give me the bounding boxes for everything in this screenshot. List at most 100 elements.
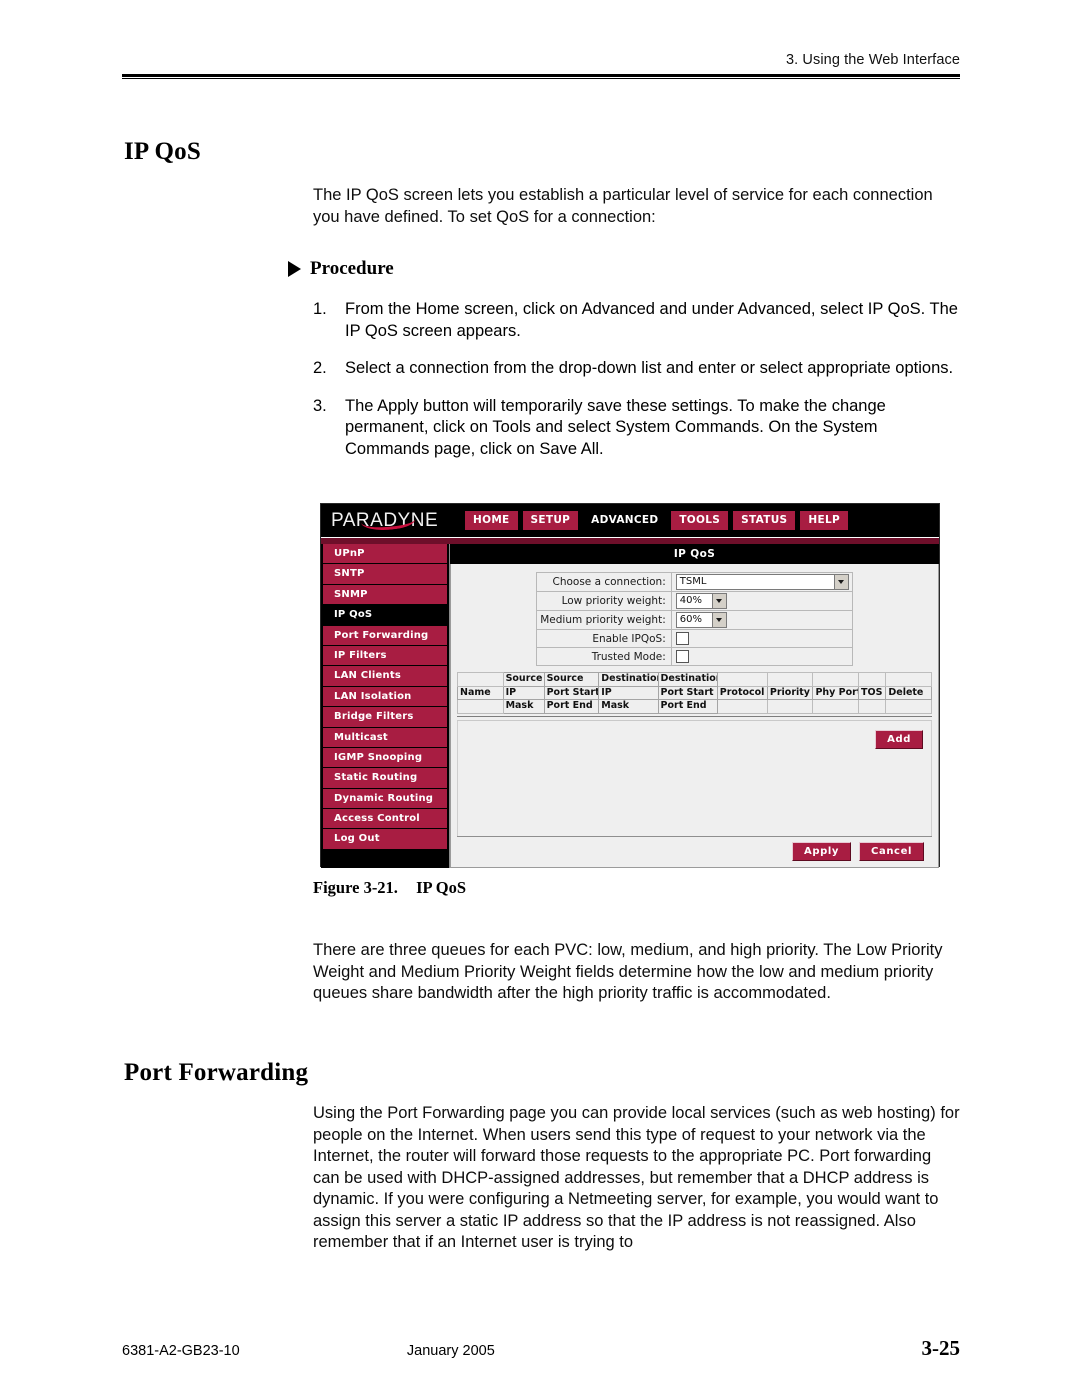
nav-tab-setup[interactable]: SETUP — [522, 511, 579, 530]
nav-tab-home[interactable]: HOME — [465, 511, 518, 530]
qos-settings-form: Choose a connection: TSML Low priority w… — [536, 572, 853, 666]
th-source-mask: Mask — [502, 699, 545, 714]
panel-action-bar: Apply Cancel — [457, 836, 932, 867]
sidebar-item-ip-qos[interactable]: IP QoS — [323, 605, 447, 625]
th-phy-port: Phy Port — [812, 685, 860, 701]
nav-tab-status[interactable]: STATUS — [733, 511, 796, 530]
sidebar-item-port-forwarding[interactable]: Port Forwarding — [323, 625, 447, 645]
low-priority-weight-select[interactable]: 40% — [675, 593, 727, 609]
table-header-row: Mask Port End Mask Port End — [457, 699, 932, 714]
ui-sidebar: UPnP SNTP SNMP IP QoS Port Forwarding IP… — [321, 544, 449, 868]
chevron-down-icon — [711, 613, 726, 627]
connection-select-value: TSML — [679, 576, 707, 587]
section-heading-ip-qos: IP QoS — [124, 138, 201, 165]
trusted-mode-label: Trusted Mode: — [536, 647, 672, 666]
page-header: 3. Using the Web Interface — [122, 52, 960, 79]
form-row-medium-weight: Medium priority weight: 60% — [536, 610, 853, 630]
th-blank-7 — [457, 699, 504, 714]
step-text: The Apply button will temporarily save t… — [345, 396, 886, 458]
panel-title: IP QoS — [450, 544, 939, 564]
cancel-button[interactable]: Cancel — [859, 842, 924, 861]
th-tos: TOS — [858, 685, 887, 701]
add-button[interactable]: Add — [875, 729, 923, 749]
step-number: 2. — [313, 359, 327, 377]
enable-ipqos-label: Enable IPQoS: — [536, 629, 672, 648]
sidebar-item-snmp[interactable]: SNMP — [323, 584, 447, 605]
nav-tab-advanced[interactable]: ADVANCED — [583, 511, 667, 530]
trusted-mode-checkbox[interactable] — [675, 650, 689, 663]
sidebar-item-sntp[interactable]: SNTP — [323, 564, 447, 584]
accent-band — [321, 537, 939, 544]
th-blank-8 — [716, 699, 768, 714]
th-source-port-start: Port Start — [543, 685, 600, 701]
sidebar-item-access-control[interactable]: Access Control — [323, 809, 447, 829]
sidebar-item-igmp-snooping[interactable]: IGMP Snooping — [323, 747, 447, 768]
ui-top-navigation-bar: PARADYNE HOME SETUP ADVANCED TOOLS STATU… — [321, 504, 939, 537]
form-row-connection: Choose a connection: TSML — [536, 572, 853, 592]
low-priority-weight-value: 40% — [679, 595, 702, 606]
nav-tab-tools[interactable]: TOOLS — [671, 511, 729, 530]
chevron-down-icon — [711, 594, 726, 608]
running-head: 3. Using the Web Interface — [785, 52, 960, 68]
paradyne-logo: PARADYNE — [331, 508, 453, 533]
enable-ipqos-checkbox[interactable] — [675, 632, 689, 645]
connection-label: Choose a connection: — [536, 572, 672, 592]
ip-qos-intro-paragraph: The IP QoS screen lets you establish a p… — [313, 186, 933, 226]
qos-rules-table: Source Source Destination Destination Na… — [457, 672, 932, 714]
medium-priority-weight-value: 60% — [679, 614, 702, 625]
list-item: 2. Select a connection from the drop-dow… — [313, 358, 963, 380]
figure-caption: Figure 3-21. IP QoS — [313, 878, 466, 898]
nav-tabs: HOME SETUP ADVANCED TOOLS STATUS HELP — [465, 511, 848, 530]
th-blank-3 — [766, 672, 814, 687]
form-row-low-weight: Low priority weight: 40% — [536, 591, 853, 611]
step-text: Select a connection from the drop-down l… — [345, 359, 954, 377]
sidebar-item-lan-clients[interactable]: LAN Clients — [323, 666, 447, 686]
th-destination-port-start: Port Start — [657, 685, 718, 701]
th-blank-9 — [766, 699, 814, 714]
th-blank-2 — [716, 672, 768, 687]
th-destination-ip: IP — [598, 685, 659, 701]
th-blank-10 — [812, 699, 860, 714]
sidebar-item-static-routing[interactable]: Static Routing — [323, 768, 447, 788]
procedure-steps-list: 1. From the Home screen, click on Advanc… — [313, 299, 963, 476]
list-item: 3. The Apply button will temporarily sav… — [313, 396, 963, 461]
sidebar-item-upnp[interactable]: UPnP — [323, 544, 447, 564]
low-priority-weight-label: Low priority weight: — [536, 591, 672, 611]
sidebar-item-lan-isolation[interactable]: LAN Isolation — [323, 686, 447, 707]
apply-button[interactable]: Apply — [792, 842, 852, 861]
th-source-ip: IP — [502, 685, 545, 701]
th-name: Name — [457, 685, 504, 701]
sidebar-item-multicast[interactable]: Multicast — [323, 727, 447, 747]
list-item: 1. From the Home screen, click on Advanc… — [313, 299, 963, 342]
header-rule-thick — [122, 74, 960, 77]
page-footer: 6381-A2-GB23-10 January 2005 3-25 — [122, 1336, 960, 1361]
sidebar-item-log-out[interactable]: Log Out — [323, 829, 447, 849]
table-header-row: Source Source Destination Destination — [457, 672, 932, 687]
ip-qos-post-figure-paragraph: There are three queues for each PVC: low… — [313, 941, 943, 1002]
th-source-2: Source — [543, 672, 600, 687]
ui-main-panel: IP QoS Choose a connection: TSML Low pri… — [449, 544, 939, 868]
section-heading-port-forwarding: Port Forwarding — [124, 1059, 309, 1086]
th-destination-mask: Mask — [598, 699, 659, 714]
panel-content: Choose a connection: TSML Low priority w… — [450, 564, 939, 868]
procedure-label: Procedure — [310, 258, 394, 279]
header-rule-thin — [122, 78, 960, 79]
form-row-trusted-mode: Trusted Mode: — [536, 647, 853, 666]
table-header-row: Name IP Port Start IP Port Start Protoco… — [457, 685, 932, 701]
sidebar-item-ip-filters[interactable]: IP Filters — [323, 645, 447, 666]
sidebar-item-dynamic-routing[interactable]: Dynamic Routing — [323, 788, 447, 809]
th-blank-6 — [885, 672, 932, 687]
medium-priority-weight-select[interactable]: 60% — [675, 612, 727, 628]
connection-select[interactable]: TSML — [675, 574, 849, 590]
th-delete: Delete — [885, 685, 932, 701]
th-destination-2: Destination — [657, 672, 718, 687]
port-forwarding-paragraph: Using the Port Forwarding page you can p… — [313, 1104, 960, 1251]
nav-tab-help[interactable]: HELP — [800, 511, 848, 530]
sidebar-item-bridge-filters[interactable]: Bridge Filters — [323, 707, 447, 727]
th-blank-11 — [858, 699, 887, 714]
figure-ip-qos-screenshot: PARADYNE HOME SETUP ADVANCED TOOLS STATU… — [320, 503, 940, 868]
th-blank-1 — [457, 672, 504, 687]
figure-caption-label: Figure 3-21. — [313, 878, 398, 897]
th-destination: Destination — [598, 672, 659, 687]
footer-page-number: 3-25 — [921, 1336, 961, 1360]
